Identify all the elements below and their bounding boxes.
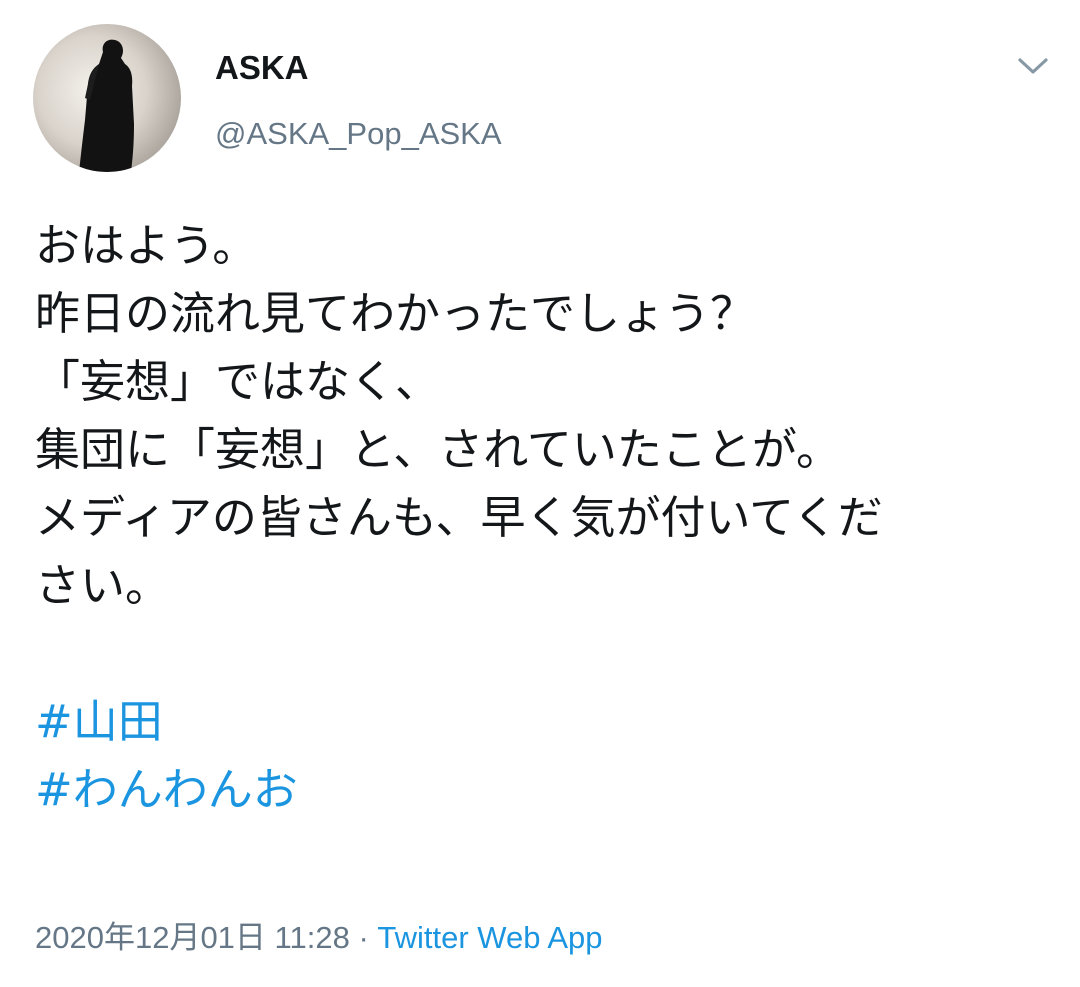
tweet-metadata: 2020年12月01日 11:28 · Twitter Web App	[35, 918, 603, 958]
tweet-text-line: 集団に「妄想」と、されていたことが。	[35, 423, 841, 476]
tweet-text: おはよう。 昨日の流れ見てわかったでしょう？ 「妄想」ではなく、 集団に「妄想」…	[35, 212, 1045, 824]
user-handle[interactable]: @ASKA_Pop_ASKA	[215, 114, 502, 154]
tweet-text-line: さい。	[35, 559, 171, 612]
timestamp-link[interactable]: 2020年12月01日 11:28	[35, 920, 350, 955]
source-link[interactable]: Twitter Web App	[377, 920, 602, 955]
display-name[interactable]: ASKA	[215, 48, 309, 88]
tweet-text-line: メディアの皆さんも、早く気が付いてくだ	[35, 491, 883, 544]
person-silhouette-icon	[79, 39, 134, 172]
hashtag-link[interactable]: #山田	[35, 688, 1045, 756]
tweet-text-line: おはよう。	[35, 219, 258, 272]
avatar[interactable]	[33, 24, 181, 172]
meta-separator: ·	[349, 920, 378, 955]
tweet-text-line: 「妄想」ではなく、	[35, 355, 441, 408]
hashtag-link[interactable]: #わんわんお	[35, 756, 1045, 824]
chevron-down-icon[interactable]	[1013, 48, 1053, 84]
tweet-text-line: 昨日の流れ見てわかったでしょう？	[35, 287, 756, 340]
tweet-card: ASKA @ASKA_Pop_ASKA おはよう。 昨日の流れ見てわかったでしょ…	[0, 0, 1080, 987]
